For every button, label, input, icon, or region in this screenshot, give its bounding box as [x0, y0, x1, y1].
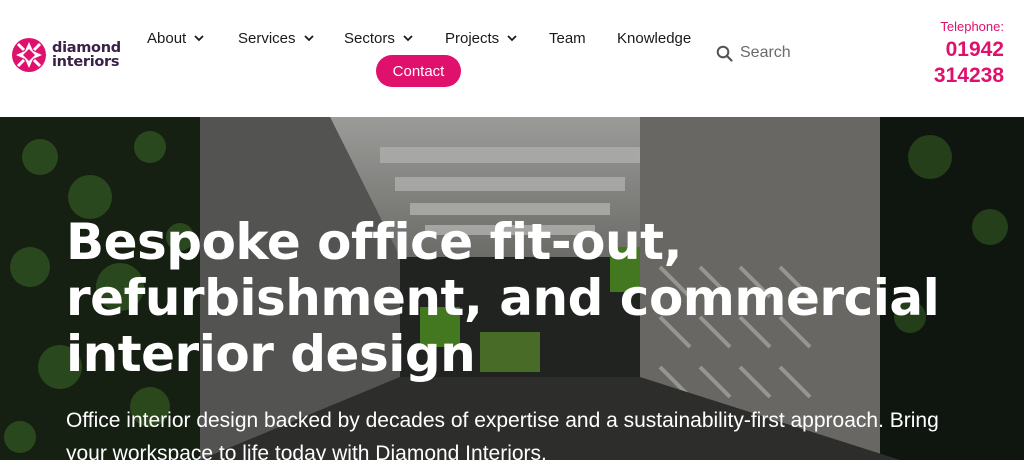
hero-heading: Bespoke office fit-out, refurbishment, a…: [66, 213, 940, 383]
contact-button[interactable]: Contact: [376, 55, 461, 87]
chevron-down-icon: [303, 34, 314, 41]
brand-logo[interactable]: diamond interiors: [12, 38, 121, 72]
nav-item-knowledge[interactable]: Knowledge: [617, 26, 691, 50]
nav-item-label: About: [147, 29, 187, 47]
nav-item-projects[interactable]: Projects: [445, 26, 517, 50]
nav-item-about[interactable]: About: [147, 26, 204, 50]
nav-item-sectors[interactable]: Sectors: [344, 26, 413, 50]
nav-item-label: Projects: [445, 29, 500, 47]
brand-wordmark: diamond interiors: [52, 40, 121, 70]
nav-item-team[interactable]: Team: [549, 26, 586, 50]
chevron-down-icon: [507, 34, 517, 41]
brand-line-2: interiors: [52, 54, 120, 70]
brand-line-1: diamond: [52, 40, 121, 56]
phone-number[interactable]: 01942 314238: [924, 37, 1004, 89]
phone-contact[interactable]: Telephone: 01942 314238: [924, 19, 1004, 89]
hero-subheading: Office interior design backed by decades…: [66, 409, 939, 460]
nav-item-services[interactable]: Services: [238, 26, 314, 50]
diamond-logo-icon: [12, 38, 46, 72]
chevron-down-icon: [194, 34, 204, 41]
search-icon: [716, 45, 733, 62]
nav-item-label: Sectors: [344, 29, 395, 47]
nav-item-label: Team: [549, 29, 586, 47]
search-trigger[interactable]: Search: [716, 44, 791, 62]
chevron-down-icon: [403, 34, 413, 41]
nav-item-label: Services: [238, 29, 296, 47]
site-header: diamond interiors About Services Sectors…: [0, 0, 1024, 117]
search-placeholder: Search: [740, 44, 791, 61]
nav-item-label: Knowledge: [617, 29, 692, 47]
phone-label: Telephone:: [940, 19, 1004, 34]
hero-banner: Bespoke office fit-out, refurbishment, a…: [0, 117, 1024, 460]
